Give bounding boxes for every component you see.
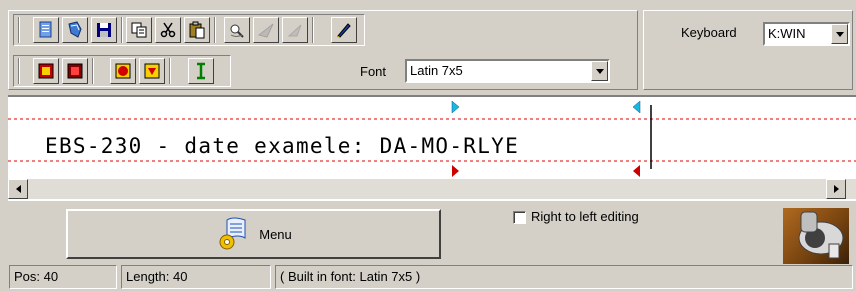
print-preview-button[interactable]	[224, 17, 250, 43]
save-button[interactable]	[91, 17, 117, 43]
edit-pen-button[interactable]	[331, 17, 357, 43]
toolbar-grip	[18, 17, 20, 43]
rtl-checkbox[interactable]	[513, 211, 526, 224]
start-marker-top-icon	[451, 100, 460, 114]
printer-device-image	[783, 208, 849, 264]
arrow-down-red-button[interactable]	[139, 58, 165, 84]
rtl-checkbox-label[interactable]: Right to left editing	[531, 209, 639, 224]
copy-button[interactable]	[126, 17, 152, 43]
paste-icon	[189, 21, 205, 39]
send-alt-icon	[287, 24, 302, 37]
editor-text: EBS-230 - date examele: DA-MO-RLYE	[45, 134, 520, 158]
arrow-right-icon	[833, 185, 839, 193]
star-red-icon	[115, 63, 131, 79]
font-select-value: Latin 7x5	[410, 63, 463, 78]
end-marker-bottom-icon	[633, 165, 640, 177]
scroll-left-button[interactable]	[8, 179, 28, 199]
print-red-button[interactable]	[33, 58, 59, 84]
chevron-down-icon[interactable]	[591, 61, 608, 81]
toolbar-separator	[121, 17, 123, 43]
print-preview-icon	[230, 24, 244, 38]
toolbar-separator	[169, 58, 171, 84]
print-red-icon	[38, 63, 54, 79]
toolbar-separator	[312, 17, 314, 43]
keyboard-select[interactable]: K:WIN	[763, 22, 850, 46]
text-cursor-icon	[197, 62, 205, 80]
font-label: Font	[360, 64, 387, 79]
toolbar-separator	[92, 58, 94, 84]
menu-button[interactable]: Menu	[66, 209, 441, 259]
new-document-icon	[39, 21, 52, 38]
font-select[interactable]: Latin 7x5	[405, 59, 610, 83]
chevron-down-icon[interactable]	[831, 24, 848, 44]
scroll-right-button[interactable]	[826, 179, 846, 199]
new-document-button[interactable]	[33, 17, 59, 43]
print-dark-icon	[67, 63, 83, 79]
toolbar-grip	[18, 58, 20, 84]
send-icon	[257, 23, 274, 38]
start-marker-bottom-icon	[452, 165, 459, 177]
arrow-left-icon	[15, 185, 21, 193]
status-font-info: ( Built in font: Latin 7x5 )	[275, 265, 853, 289]
menu-button-label: Menu	[259, 226, 292, 242]
save-icon	[97, 23, 111, 37]
star-red-button[interactable]	[110, 58, 136, 84]
open-icon	[68, 21, 82, 38]
copy-icon	[131, 22, 147, 38]
cut-icon	[160, 22, 176, 38]
status-pos: Pos: 40	[9, 265, 117, 289]
print-dark-button[interactable]	[62, 58, 88, 84]
send-alt-button[interactable]	[282, 17, 308, 43]
edit-pen-icon	[337, 23, 351, 38]
end-marker-top-icon	[632, 100, 641, 114]
toolbar-separator	[214, 17, 216, 43]
keyboard-select-value: K:WIN	[768, 26, 806, 41]
menu-scroll-icon	[219, 217, 246, 250]
paste-button[interactable]	[184, 17, 210, 43]
open-button[interactable]	[62, 17, 88, 43]
status-length: Length: 40	[121, 265, 271, 289]
horizontal-scrollbar[interactable]	[8, 179, 856, 199]
arrow-down-red-icon	[144, 63, 160, 79]
send-button[interactable]	[253, 17, 279, 43]
cut-button[interactable]	[155, 17, 181, 43]
keyboard-label: Keyboard	[681, 25, 737, 40]
text-cursor-button[interactable]	[188, 58, 214, 84]
